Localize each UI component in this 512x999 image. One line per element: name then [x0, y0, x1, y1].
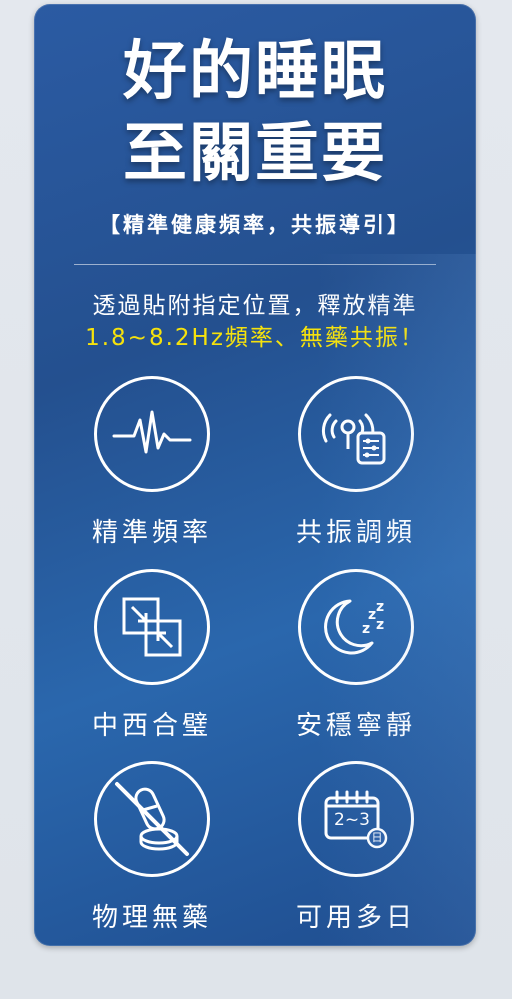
subtitle: 【精準健康頻率，共振導引】 — [99, 213, 411, 237]
merge-arrows-icon — [122, 597, 182, 657]
feature-calm-sleep: z z z z 安穩寧靜 — [266, 569, 446, 742]
feature-label: 可用多日 — [295, 903, 416, 933]
feature-resonance-tuning: 共振調頻 — [266, 376, 446, 549]
calendar-badge: 日 — [371, 831, 383, 844]
svg-text:z: z — [376, 617, 384, 633]
no-pills-icon — [115, 782, 189, 856]
headline-line2: 至關重要 — [123, 117, 387, 191]
promo-card: 好的睡眠 至關重要 【精準健康頻率，共振導引】 透過貼附指定位置，釋放精準 1.… — [34, 4, 476, 946]
signal-device-icon — [321, 413, 386, 465]
feature-drug-free: 物理無藥 — [62, 761, 242, 934]
feature-label: 安穩寧靜 — [295, 711, 416, 741]
divider — [74, 264, 436, 265]
calendar-days-icon: 2~3 日 — [323, 788, 389, 850]
feature-label: 共振調頻 — [295, 518, 416, 548]
feature-label: 中西合璧 — [91, 711, 212, 741]
feature-circle — [94, 376, 210, 492]
feature-circle — [94, 569, 210, 685]
heartbeat-icon — [112, 410, 192, 454]
headline-line1: 好的睡眠 — [123, 35, 387, 109]
moon-sleep-icon: z z z z — [324, 599, 384, 655]
feature-multi-day: 2~3 日 可用多日 — [266, 761, 446, 934]
description-line1: 透過貼附指定位置，釋放精準 — [92, 293, 418, 319]
feature-circle: z z z z — [298, 569, 414, 685]
svg-text:z: z — [376, 599, 384, 615]
feature-circle: 2~3 日 — [298, 761, 414, 877]
feature-circle — [298, 376, 414, 492]
calendar-text: 2~3 — [334, 810, 370, 830]
svg-text:z: z — [362, 621, 370, 637]
feature-east-west: 中西合璧 — [62, 569, 242, 742]
feature-circle — [94, 761, 210, 877]
feature-precise-frequency: 精準頻率 — [62, 376, 242, 549]
description-line2: 1.8~8.2Hz頻率、無藥共振！ — [85, 325, 425, 351]
feature-label: 物理無藥 — [91, 903, 212, 933]
feature-label: 精準頻率 — [91, 518, 212, 548]
